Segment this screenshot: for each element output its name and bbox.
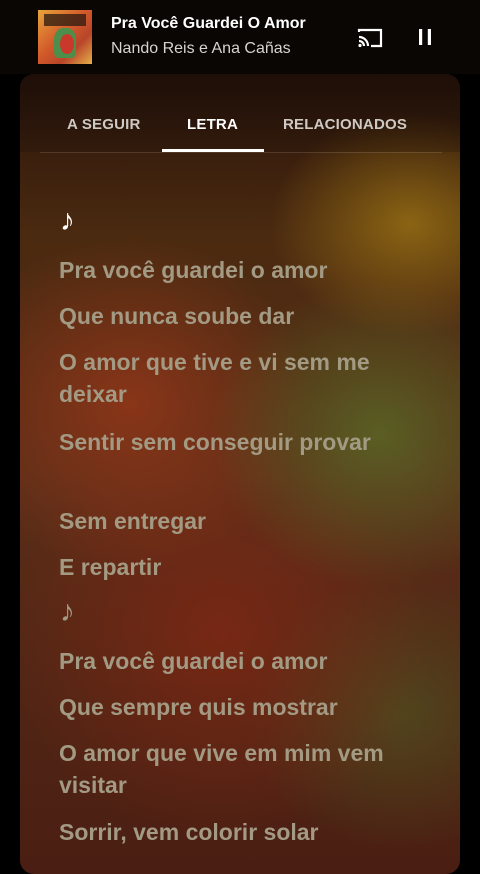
lyric-line: Que sempre quis mostrar [59,694,338,720]
lyric-line: Pra você guardei o amor [59,648,328,674]
lyric-line: Sorrir, vem colorir solar [59,819,319,845]
music-note-icon: ♪ [60,204,75,237]
lyric-line: Sentir sem conseguir provar [59,429,371,455]
album-art[interactable] [38,10,92,64]
lyric-line: Pra você guardei o amor [59,257,328,283]
pause-button[interactable] [412,26,438,50]
cast-icon [357,28,383,48]
lyric-line: Sem entregar [59,508,207,534]
lyrics-view[interactable]: ♪ Pra você guardei o amor Que nunca soub… [20,74,460,874]
pause-icon [419,29,431,45]
music-note-icon: ♪ [60,595,75,628]
track-title: Pra Você Guardei O Amor [111,15,306,32]
cast-button[interactable] [356,26,384,50]
lyric-line: E repartir [59,554,162,580]
lyric-line: Que nunca soube dar [59,303,295,329]
lyric-line: O amor que tive e vi sem me deixar [59,349,370,407]
track-artist: Nando Reis e Ana Cañas [111,40,291,57]
player-panel: A SEGUIR LETRA RELACIONADOS ♪ Pra você g… [20,74,460,874]
lyric-line: O amor que vive em mim vem visitar [59,740,384,798]
mini-player-bar[interactable]: Pra Você Guardei O Amor Nando Reis e Ana… [0,0,480,74]
